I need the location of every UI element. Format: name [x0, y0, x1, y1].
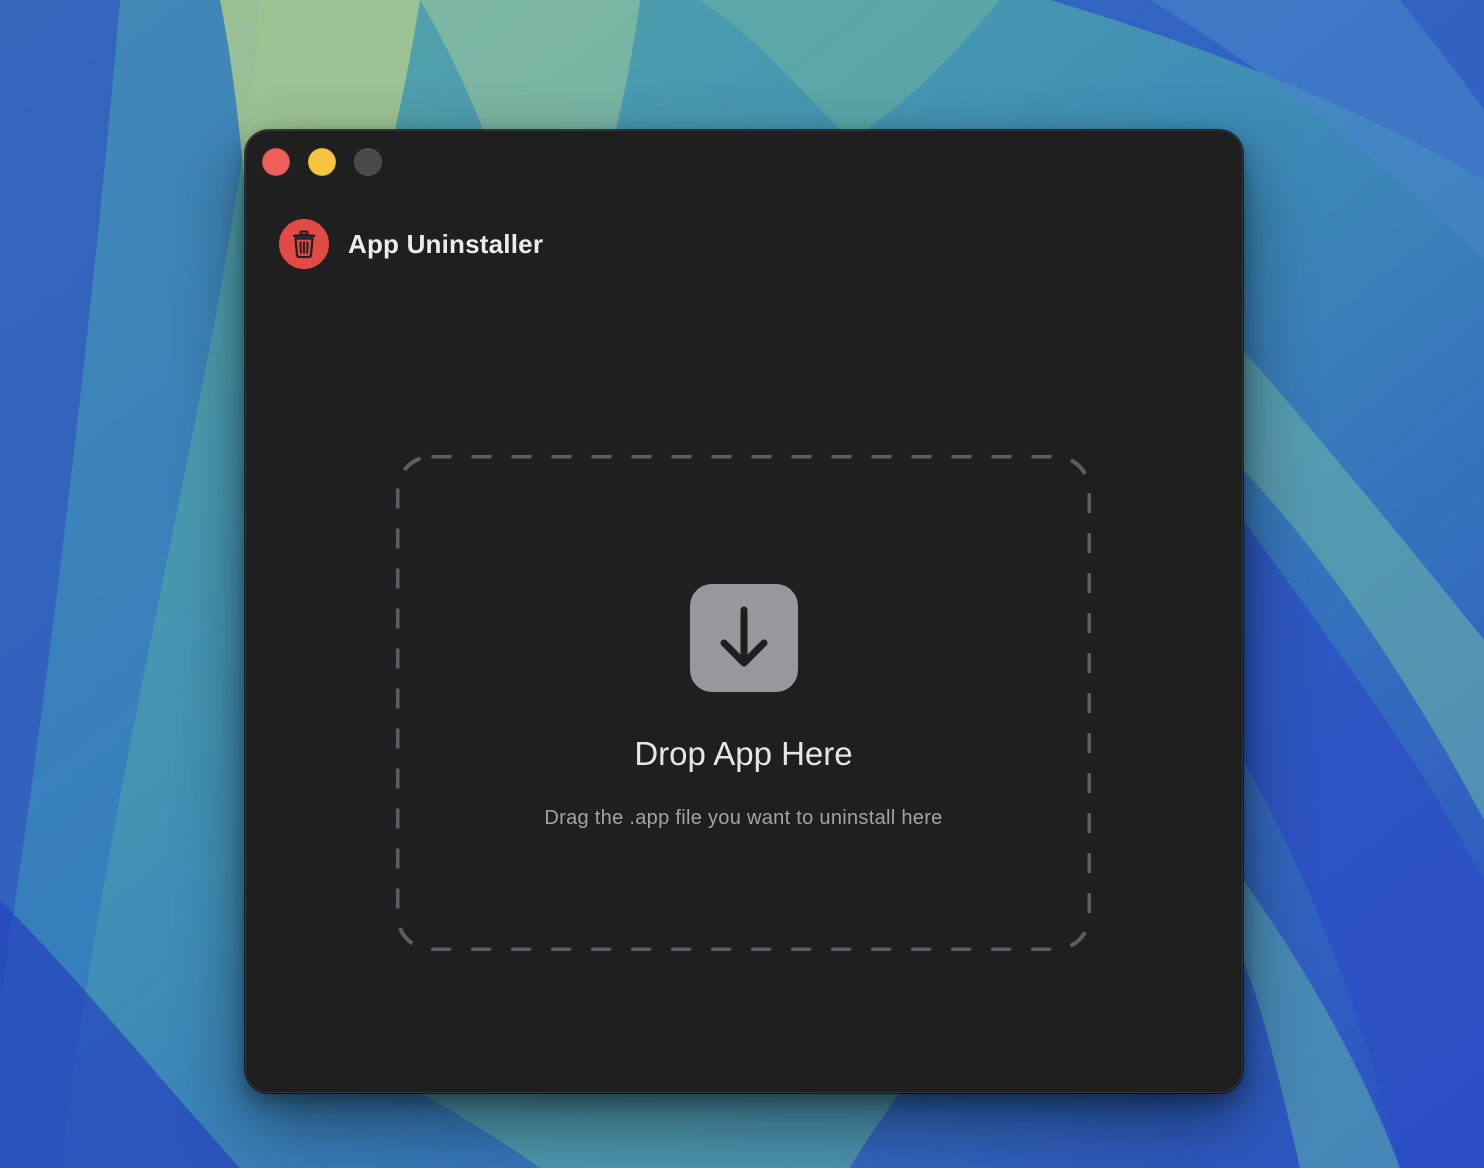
trash-icon	[293, 230, 315, 258]
drop-zone-title: Drop App Here	[634, 735, 853, 772]
drop-zone[interactable]: Drop App Here Drag the .app file you wan…	[396, 455, 1091, 951]
drop-zone-subtitle: Drag the .app file you want to uninstall…	[544, 807, 943, 829]
drop-target-icon	[690, 584, 798, 692]
app-title: App Uninstaller	[348, 228, 544, 259]
app-window: App Uninstaller Drop App Here Drag the .…	[245, 130, 1243, 1093]
window-minimize-button[interactable]	[308, 148, 336, 176]
app-header: App Uninstaller	[279, 219, 543, 269]
window-close-button[interactable]	[262, 148, 290, 176]
window-zoom-button[interactable]	[354, 148, 382, 176]
drop-zone-dashed-border	[396, 455, 1091, 951]
arrow-down-icon	[720, 606, 768, 667]
app-logo	[279, 219, 329, 269]
